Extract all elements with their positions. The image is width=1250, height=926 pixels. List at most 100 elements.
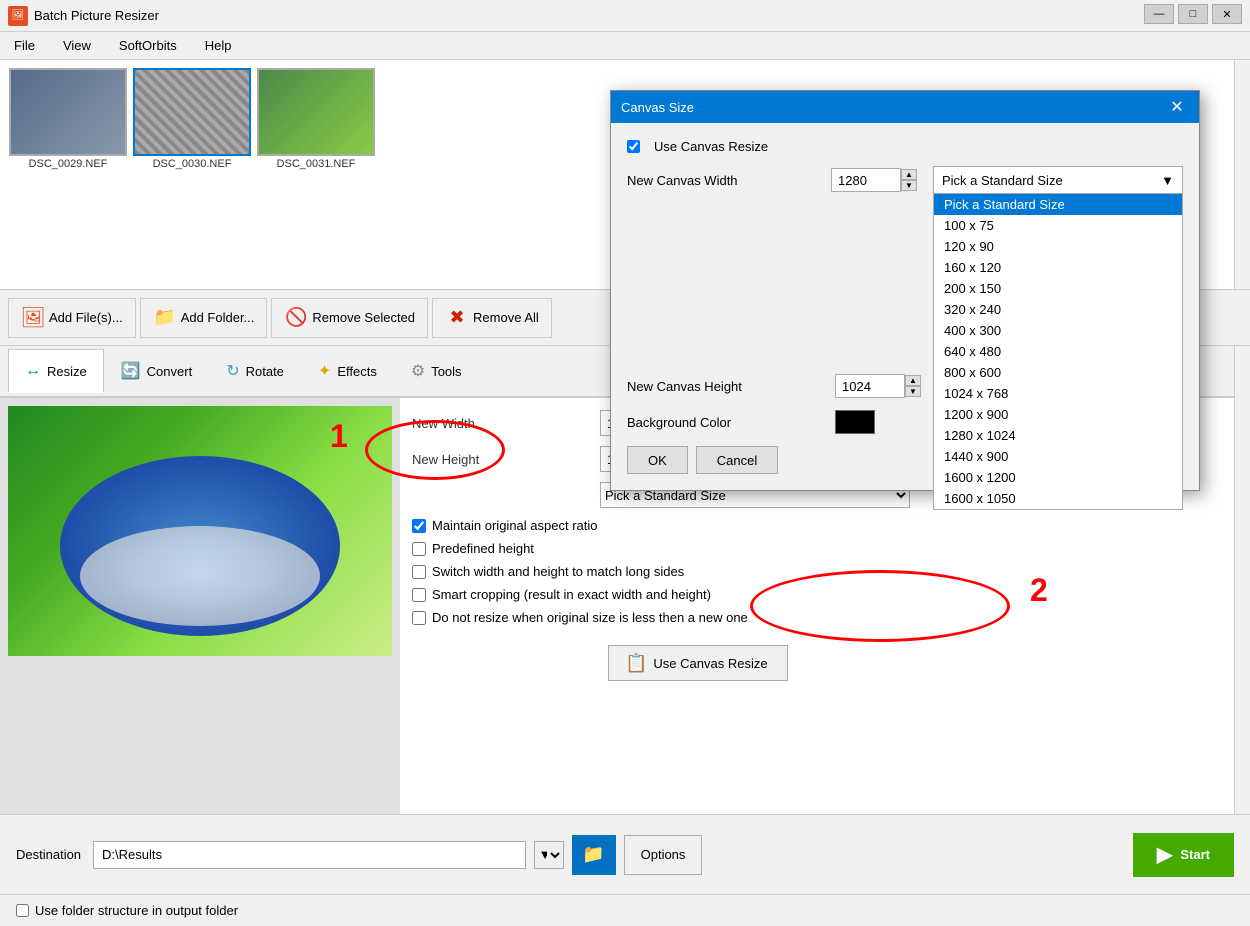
thumbnail-label-2: DSC_0030.NEF (153, 158, 232, 170)
dropdown-item-11[interactable]: 1280 x 1024 (934, 425, 1182, 446)
canvas-resize-label: Use Canvas Resize (653, 656, 767, 671)
thumbnail-label-1: DSC_0029.NEF (29, 158, 108, 170)
std-size-dropdown-button[interactable]: Pick a Standard Size ▼ (933, 166, 1183, 194)
destination-input[interactable] (93, 841, 526, 869)
tab-tools[interactable]: ⚙ Tools (394, 349, 479, 393)
rotate-tab-icon: ↻ (226, 361, 239, 381)
no-resize-row: Do not resize when original size is less… (412, 610, 1222, 625)
resize-tab-container: ↔ Resize (8, 349, 104, 393)
menu-help[interactable]: Help (199, 36, 238, 55)
add-files-button[interactable]: 🖼 Add File(s)... (8, 298, 136, 338)
dropdown-item-5[interactable]: 320 x 240 (934, 299, 1182, 320)
folder-structure-checkbox[interactable] (16, 904, 29, 917)
menu-file[interactable]: File (8, 36, 41, 55)
remove-all-button[interactable]: ✖ Remove All (432, 298, 552, 338)
large-preview-image (8, 406, 392, 656)
thumbnail-image-3 (257, 68, 375, 156)
dialog-title: Canvas Size (621, 100, 1165, 115)
minimize-button[interactable]: — (1144, 4, 1174, 24)
main-scrollbar[interactable] (1234, 346, 1250, 814)
canvas-resize-button[interactable]: 📋 Use Canvas Resize (608, 645, 788, 681)
resize-tab-label: Resize (47, 364, 87, 379)
dialog-use-canvas-row: Use Canvas Resize (627, 139, 1183, 154)
dialog-width-row: New Canvas Width ▲ ▼ Pick a Standard Siz… (627, 166, 1183, 194)
window-controls: — □ ✕ (1144, 4, 1242, 24)
close-button[interactable]: ✕ (1212, 4, 1242, 24)
dialog-width-input[interactable] (831, 168, 901, 192)
thumbnail-item-1[interactable]: DSC_0029.NEF (8, 68, 128, 170)
thumbnail-image-2 (133, 68, 251, 156)
dropdown-item-12[interactable]: 1440 x 900 (934, 446, 1182, 467)
add-folder-label: Add Folder... (181, 310, 255, 325)
dialog-width-spinner: ▲ ▼ (901, 169, 917, 191)
predefined-height-checkbox[interactable] (412, 542, 426, 556)
dialog-ok-button[interactable]: OK (627, 446, 688, 474)
smart-crop-row: Smart cropping (result in exact width an… (412, 587, 1222, 602)
dropdown-item-2[interactable]: 120 x 90 (934, 236, 1182, 257)
add-folder-button[interactable]: 📁 Add Folder... (140, 298, 268, 338)
convert-tab-icon: 🔄 (121, 361, 141, 381)
tools-tab-icon: ⚙ (411, 361, 425, 381)
no-resize-label: Do not resize when original size is less… (432, 610, 748, 625)
dropdown-item-14[interactable]: 1600 x 1050 (934, 488, 1182, 509)
new-width-label: New Width (412, 416, 592, 431)
std-size-dropdown-arrow: ▼ (1161, 173, 1174, 188)
dropdown-item-3[interactable]: 160 x 120 (934, 257, 1182, 278)
dialog-height-input-group: ▲ ▼ (835, 374, 921, 398)
dialog-width-down[interactable]: ▼ (901, 180, 917, 191)
dropdown-item-10[interactable]: 1200 x 900 (934, 404, 1182, 425)
dialog-use-canvas-checkbox[interactable] (627, 140, 640, 153)
smart-crop-label: Smart cropping (result in exact width an… (432, 587, 711, 602)
dialog-close-button[interactable]: ✕ (1165, 95, 1189, 119)
thumbnail-item-2[interactable]: DSC_0030.NEF (132, 68, 252, 170)
dialog-height-down[interactable]: ▼ (905, 386, 921, 397)
dropdown-item-0[interactable]: Pick a Standard Size (934, 194, 1182, 215)
dialog-bgcolor-swatch[interactable] (835, 410, 875, 434)
browse-icon: 📁 (582, 844, 604, 865)
dialog-width-label: New Canvas Width (627, 173, 823, 188)
dialog-height-up[interactable]: ▲ (905, 375, 921, 386)
start-button[interactable]: ▶ Start (1133, 833, 1234, 877)
tab-rotate[interactable]: ↻ Rotate (209, 349, 301, 393)
remove-all-label: Remove All (473, 310, 539, 325)
dialog-titlebar: Canvas Size ✕ (611, 91, 1199, 123)
folder-structure-bar: Use folder structure in output folder (0, 894, 1250, 926)
dropdown-item-4[interactable]: 200 x 150 (934, 278, 1182, 299)
menu-softorbits[interactable]: SoftOrbits (113, 36, 183, 55)
maximize-button[interactable]: □ (1178, 4, 1208, 24)
dropdown-item-8[interactable]: 800 x 600 (934, 362, 1182, 383)
switch-sides-checkbox[interactable] (412, 565, 426, 579)
browse-button[interactable]: 📁 (572, 835, 616, 875)
std-size-dropdown-container: Pick a Standard Size ▼ Pick a Standard S… (933, 166, 1183, 194)
dialog-cancel-button[interactable]: Cancel (696, 446, 778, 474)
maintain-aspect-checkbox[interactable] (412, 519, 426, 533)
dialog-use-canvas-label: Use Canvas Resize (654, 139, 768, 154)
dialog-width-up[interactable]: ▲ (901, 169, 917, 180)
dropdown-item-6[interactable]: 400 x 300 (934, 320, 1182, 341)
dropdown-item-9[interactable]: 1024 x 768 (934, 383, 1182, 404)
maintain-aspect-label: Maintain original aspect ratio (432, 518, 597, 533)
start-label: Start (1180, 847, 1210, 862)
remove-selected-button[interactable]: 🚫 Remove Selected (271, 298, 428, 338)
smart-crop-checkbox[interactable] (412, 588, 426, 602)
dropdown-item-1[interactable]: 100 x 75 (934, 215, 1182, 236)
tab-resize[interactable]: ↔ Resize (8, 349, 104, 393)
menubar: File View SoftOrbits Help (0, 32, 1250, 60)
destination-dropdown[interactable]: ▼ (534, 841, 564, 869)
effects-tab-label: Effects (337, 364, 377, 379)
dialog-height-input[interactable] (835, 374, 905, 398)
no-resize-checkbox[interactable] (412, 611, 426, 625)
std-size-dropdown-label: Pick a Standard Size (942, 173, 1063, 188)
convert-tab-label: Convert (147, 364, 193, 379)
app-title: Batch Picture Resizer (34, 8, 1242, 23)
dropdown-item-7[interactable]: 640 x 480 (934, 341, 1182, 362)
rotate-tab-label: Rotate (246, 364, 284, 379)
dropdown-item-13[interactable]: 1600 x 1200 (934, 467, 1182, 488)
thumbnail-scrollbar[interactable] (1234, 60, 1250, 289)
add-files-icon: 🖼 (21, 306, 45, 330)
menu-view[interactable]: View (57, 36, 97, 55)
thumbnail-item-3[interactable]: DSC_0031.NEF (256, 68, 376, 170)
tab-convert[interactable]: 🔄 Convert (104, 349, 209, 393)
options-button[interactable]: Options (624, 835, 703, 875)
tab-effects[interactable]: ✦ Effects (301, 349, 394, 393)
